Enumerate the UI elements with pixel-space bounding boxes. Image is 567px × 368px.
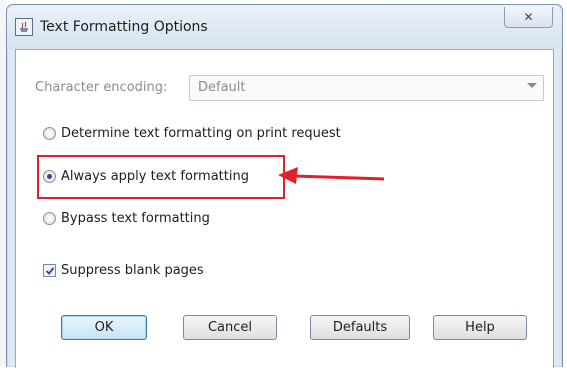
character-encoding-label: Character encoding: bbox=[35, 80, 168, 95]
cancel-button[interactable]: Cancel bbox=[183, 315, 277, 340]
character-encoding-value: Default bbox=[198, 80, 246, 95]
checkbox-label: Suppress blank pages bbox=[61, 263, 204, 278]
radio-button[interactable] bbox=[43, 212, 56, 225]
dialog-title: Text Formatting Options bbox=[40, 19, 208, 35]
option-label: Determine text formatting on print reque… bbox=[61, 126, 341, 141]
ok-button[interactable]: OK bbox=[61, 315, 147, 340]
checkmark-icon bbox=[45, 266, 54, 275]
title-bar[interactable]: Text Formatting Options ✕ bbox=[7, 5, 562, 49]
radio-button[interactable] bbox=[43, 127, 56, 140]
annotation-highlight-box bbox=[37, 155, 285, 199]
ok-button-label: OK bbox=[94, 320, 114, 335]
help-button-label: Help bbox=[465, 320, 495, 335]
dialog-window: Text Formatting Options ✕ Character enco… bbox=[6, 4, 563, 368]
java-app-icon bbox=[15, 18, 33, 36]
option-label: Bypass text formatting bbox=[61, 211, 210, 226]
option-determine-on-request[interactable]: Determine text formatting on print reque… bbox=[43, 126, 341, 141]
cancel-button-label: Cancel bbox=[207, 320, 253, 335]
close-icon: ✕ bbox=[523, 10, 534, 24]
help-button[interactable]: Help bbox=[433, 315, 527, 340]
chevron-down-icon bbox=[527, 83, 537, 88]
defaults-button-label: Defaults bbox=[332, 320, 388, 335]
defaults-button[interactable]: Defaults bbox=[310, 315, 410, 340]
close-button[interactable]: ✕ bbox=[504, 7, 553, 28]
annotation-arrow-icon bbox=[278, 167, 385, 184]
character-encoding-select[interactable]: Default bbox=[189, 75, 544, 101]
dialog-content: Character encoding: Default Determine te… bbox=[15, 49, 554, 368]
suppress-blank-pages-option[interactable]: Suppress blank pages bbox=[43, 263, 204, 278]
checkbox[interactable] bbox=[43, 264, 56, 277]
option-bypass[interactable]: Bypass text formatting bbox=[43, 211, 210, 226]
